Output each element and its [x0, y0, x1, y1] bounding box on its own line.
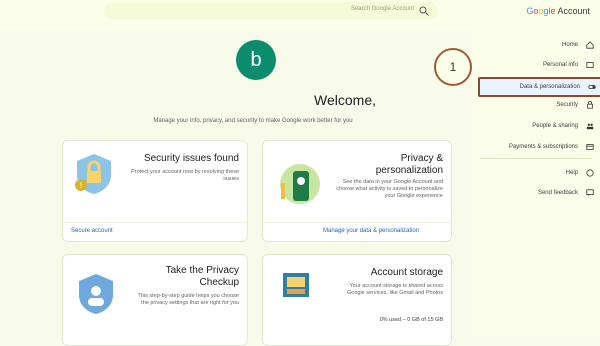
feedback-icon — [586, 189, 594, 197]
sidebar-divider — [480, 158, 592, 159]
sidebar-item-help[interactable]: Help — [478, 166, 598, 180]
shield-icon: ! — [75, 154, 111, 194]
top-bar: Search Google Account Google Account — [0, 0, 600, 30]
card-footer: Manage your data & personalization — [263, 222, 451, 241]
lock-icon — [587, 101, 593, 109]
sidebar-item-payments[interactable]: Payments & subscriptions — [478, 140, 598, 154]
card-description: Protect your account now by resolving th… — [131, 169, 239, 182]
privacy-illustration-icon — [280, 164, 320, 204]
sidebar-item-label: Payments & subscriptions — [508, 144, 578, 150]
card-privacy-checkup[interactable]: Take the Privacy Checkup This step-by-st… — [62, 254, 248, 346]
help-icon — [586, 169, 594, 177]
card-title: Security issues found — [143, 153, 239, 164]
search-box[interactable]: Search Google Account — [104, 2, 438, 20]
card-title: Privacy & personalization — [375, 153, 443, 176]
sidebar-item-security[interactable]: Security — [478, 98, 598, 112]
avatar[interactable]: b — [236, 40, 276, 80]
sidebar-item-home[interactable]: Home — [478, 38, 598, 52]
card-title: Take the Privacy Checkup — [165, 265, 239, 288]
card-privacy-personalization[interactable]: Privacy & personalization See the data i… — [262, 140, 452, 242]
sidebar-item-label: People & sharing — [532, 123, 578, 129]
svg-text:!: ! — [80, 181, 82, 190]
credit-card-icon — [586, 144, 594, 150]
page-subtitle: Manage your info, privacy, and security … — [153, 118, 353, 124]
storage-usage: 0% used – 0 GB of 15 GB — [379, 317, 443, 323]
annotation-marker: 1 — [434, 48, 472, 86]
card-title: Account storage — [370, 267, 443, 278]
search-input[interactable]: Search Google Account — [351, 6, 414, 12]
sidebar-item-label: Home — [561, 42, 578, 48]
storage-icon — [283, 273, 309, 297]
manage-data-link[interactable]: Manage your data & personalization — [323, 228, 419, 234]
sidebar-item-data-personalization[interactable]: Data & personalization — [478, 77, 600, 97]
annotation-number: 1 — [449, 60, 457, 74]
toggle-icon — [588, 85, 596, 89]
brand-logo[interactable]: Google Account — [526, 6, 590, 16]
card-footer: Secure account — [63, 222, 247, 241]
card-description: Your account storage is shared across Go… — [347, 283, 443, 296]
home-icon — [586, 41, 594, 49]
card-description: This step-by-step guide helps you choose… — [137, 293, 239, 306]
sidebar-item-label: Help — [565, 170, 578, 176]
avatar-letter: b — [250, 48, 262, 71]
sidebar-nav: Home Personal info Data & personalizatio… — [472, 30, 600, 336]
secure-account-link[interactable]: Secure account — [71, 228, 113, 234]
sidebar-item-people-sharing[interactable]: People & sharing — [478, 119, 598, 133]
card-account-storage[interactable]: Account storage Your account storage is … — [262, 254, 452, 346]
people-icon — [586, 123, 594, 130]
card-description: See the data in your Google Account and … — [336, 179, 443, 199]
sidebar-item-personal-info[interactable]: Personal info — [478, 58, 598, 72]
sidebar-item-label: Send feedback — [537, 190, 578, 196]
sidebar-item-label: Data & personalization — [519, 84, 580, 90]
sidebar-item-label: Personal info — [542, 62, 578, 68]
search-icon[interactable] — [418, 5, 430, 17]
id-card-icon — [586, 62, 594, 68]
welcome-heading: Welcome, — [314, 92, 376, 108]
card-security-issues[interactable]: ! Security issues found Protect your acc… — [62, 140, 248, 242]
sidebar-item-send-feedback[interactable]: Send feedback — [478, 186, 598, 200]
privacy-checkup-icon — [79, 274, 113, 314]
sidebar-item-label: Security — [556, 102, 578, 108]
